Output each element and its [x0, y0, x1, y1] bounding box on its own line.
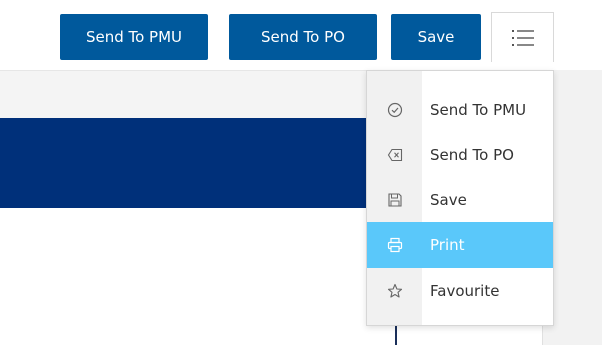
printer-icon — [367, 237, 422, 253]
floppy-disk-icon — [367, 192, 422, 208]
check-circle-icon — [367, 102, 422, 118]
menu-item-favourite[interactable]: Favourite — [367, 268, 553, 314]
send-to-po-button[interactable]: Send To PO — [229, 14, 377, 60]
menu-item-label: Send To PMU — [430, 101, 527, 119]
backspace-icon — [367, 148, 422, 162]
star-icon — [367, 283, 422, 299]
send-to-pmu-button[interactable]: Send To PMU — [60, 14, 208, 60]
menu-item-label: Send To PO — [430, 146, 514, 164]
list-icon — [511, 29, 534, 46]
action-toolbar: Send To PMU Send To PO Save — [0, 0, 602, 70]
save-button[interactable]: Save — [391, 14, 481, 60]
menu-item-send-to-pmu[interactable]: Send To PMU — [367, 87, 553, 133]
more-actions-dropdown: Send To PMU Send To PO Save Print Favour… — [366, 70, 554, 326]
menu-item-label: Save — [430, 191, 467, 209]
more-actions-menu-button[interactable] — [491, 12, 554, 62]
menu-item-save[interactable]: Save — [367, 177, 553, 223]
menu-item-label: Favourite — [430, 282, 500, 300]
menu-item-send-to-po[interactable]: Send To PO — [367, 132, 553, 178]
menu-item-label: Print — [430, 236, 465, 254]
menu-item-print[interactable]: Print — [367, 222, 553, 268]
